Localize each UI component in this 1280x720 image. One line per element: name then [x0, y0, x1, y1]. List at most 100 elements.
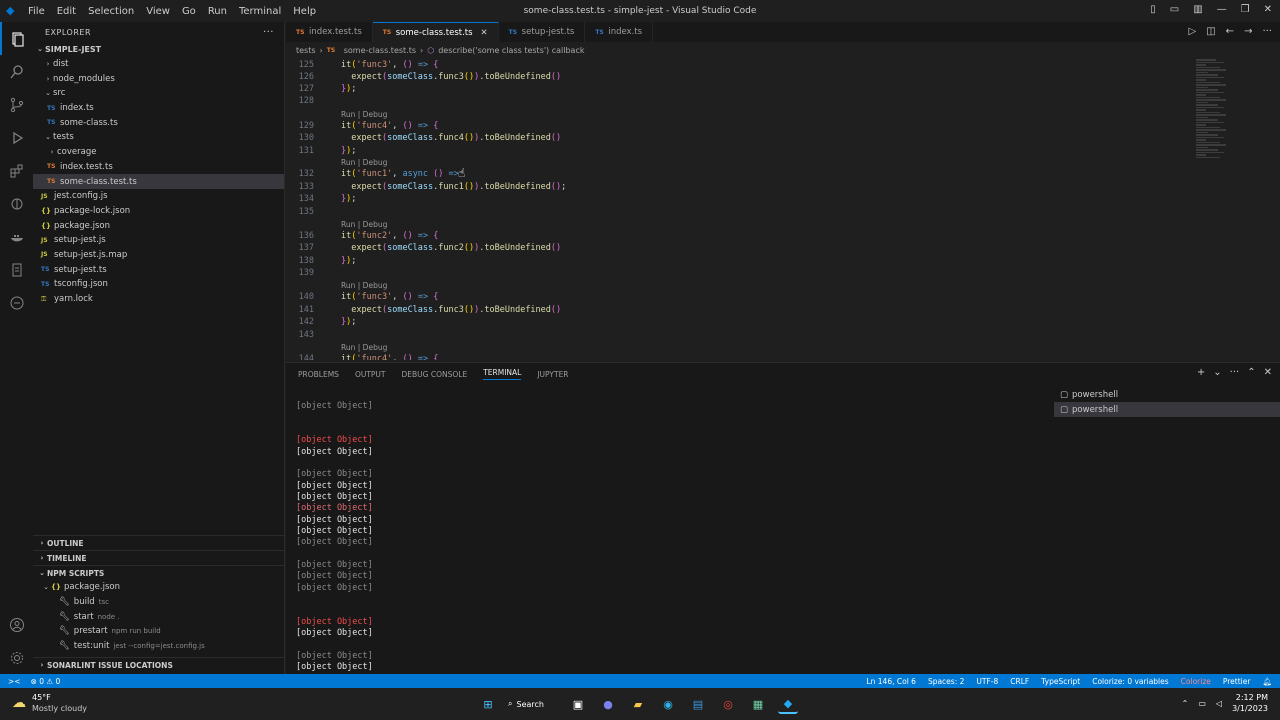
- tree-item-tsconfig[interactable]: TS tsconfig.json: [33, 277, 284, 292]
- teams-chat-icon[interactable]: ●: [598, 694, 618, 714]
- notepad-icon[interactable]: ▦: [748, 694, 768, 714]
- sonarlint-section[interactable]: › SONARLINT ISSUE LOCATIONS: [33, 657, 285, 672]
- menu-terminal[interactable]: Terminal: [233, 6, 287, 17]
- tab-debug-console[interactable]: DEBUG CONSOLE: [402, 370, 468, 379]
- tree-item-dist[interactable]: › dist: [33, 57, 284, 72]
- layout-icon[interactable]: ▥: [1193, 4, 1202, 15]
- terminal-dropdown-icon[interactable]: ⌄: [1213, 367, 1221, 378]
- more-tab-actions-icon[interactable]: ···: [1262, 26, 1272, 37]
- colorize-toggle[interactable]: Colorize: [1181, 677, 1211, 686]
- tab-jupyter[interactable]: JUPYTER: [537, 370, 568, 379]
- testing-icon[interactable]: [0, 253, 33, 286]
- minimap[interactable]: [1196, 58, 1230, 258]
- breadcrumb-folder[interactable]: tests: [296, 46, 316, 55]
- remote-icon[interactable]: ><: [8, 677, 21, 686]
- tree-item-yarn-lock[interactable]: ⚿ yarn.lock: [33, 292, 284, 307]
- weather-widget[interactable]: ☁ 45°F Mostly cloudy: [12, 692, 87, 714]
- volume-icon[interactable]: ◁: [1216, 699, 1222, 708]
- tree-item-some-class-test-ts[interactable]: TS some-class.test.ts: [33, 174, 284, 189]
- tree-item-coverage[interactable]: › coverage: [33, 145, 284, 160]
- more-panel-actions-icon[interactable]: ···: [1230, 367, 1240, 378]
- task-view-icon[interactable]: ▣: [568, 694, 588, 714]
- file-explorer-icon[interactable]: ▰: [628, 694, 648, 714]
- tree-item-some-class-ts[interactable]: TS some-class.ts: [33, 115, 284, 130]
- maximize-panel-icon[interactable]: ⌃: [1247, 367, 1255, 378]
- sonarlint-icon[interactable]: [0, 286, 33, 319]
- vscode-taskbar-icon[interactable]: ◆: [778, 694, 798, 714]
- language-mode[interactable]: TypeScript: [1041, 677, 1080, 686]
- menu-edit[interactable]: Edit: [51, 6, 82, 17]
- account-icon[interactable]: [0, 608, 33, 641]
- tab-problems[interactable]: PROBLEMS: [298, 370, 339, 379]
- run-debug-codelens[interactable]: Run | Debug: [341, 220, 387, 229]
- go-back-icon[interactable]: ←: [1226, 26, 1234, 37]
- timeline-section[interactable]: › TIMELINE: [33, 550, 285, 565]
- split-editor-icon[interactable]: ◫: [1206, 26, 1215, 37]
- tray-overflow-icon[interactable]: ⌃: [1182, 699, 1189, 708]
- tab-setup-jest-ts[interactable]: TS setup-jest.ts: [499, 22, 586, 42]
- edge-browser-icon[interactable]: ◉: [658, 694, 678, 714]
- close-tab-icon[interactable]: ✕: [481, 28, 488, 38]
- project-root[interactable]: ⌄ SIMPLE-JEST: [33, 42, 284, 57]
- tree-item-src[interactable]: ⌄ src: [33, 86, 284, 101]
- chrome-icon[interactable]: ◎: [718, 694, 738, 714]
- terminal-output[interactable]: [object Object] [object Object] [object …: [296, 387, 1046, 675]
- explorer-icon[interactable]: [0, 22, 33, 55]
- npm-script-start[interactable]: 🔧︎ start node .: [33, 609, 285, 624]
- indentation[interactable]: Spaces: 2: [928, 677, 964, 686]
- npm-script-test-unit[interactable]: 🔧︎ test:unit jest --config=jest.config.js: [33, 639, 285, 654]
- tab-index-ts[interactable]: TS index.ts: [585, 22, 654, 42]
- minimize-icon[interactable]: —: [1217, 4, 1227, 15]
- terminal-instance[interactable]: ▢ powershell: [1054, 387, 1280, 402]
- new-terminal-icon[interactable]: +: [1197, 367, 1205, 378]
- tab-some-class-test-ts[interactable]: TS some-class.test.ts ✕: [372, 22, 499, 42]
- network-icon[interactable]: ▭: [1198, 699, 1206, 708]
- npm-script-prestart[interactable]: 🔧︎ prestart npm run build: [33, 624, 285, 639]
- close-panel-icon[interactable]: ✕: [1264, 367, 1272, 378]
- menu-help[interactable]: Help: [287, 6, 322, 17]
- breadcrumb-file[interactable]: some-class.test.ts: [344, 46, 416, 55]
- tree-item-package-lock[interactable]: {} package-lock.json: [33, 204, 284, 219]
- line-ending[interactable]: CRLF: [1010, 677, 1029, 686]
- outline-section[interactable]: › OUTLINE: [33, 535, 285, 550]
- run-debug-codelens[interactable]: Run | Debug: [341, 281, 387, 290]
- maximize-icon[interactable]: ❐: [1241, 4, 1250, 15]
- go-forward-icon[interactable]: →: [1244, 26, 1252, 37]
- cursor-position[interactable]: Ln 146, Col 6: [866, 677, 915, 686]
- close-window-icon[interactable]: ✕: [1264, 4, 1272, 15]
- terminal-instance[interactable]: ▢ powershell: [1054, 402, 1280, 417]
- run-debug-icon[interactable]: [0, 121, 33, 154]
- extensions-icon[interactable]: [0, 154, 33, 187]
- search-icon[interactable]: [0, 55, 33, 88]
- run-debug-codelens[interactable]: Run | Debug: [341, 110, 387, 119]
- tree-item-package-json[interactable]: {} package.json: [33, 218, 284, 233]
- clock[interactable]: 2:12 PM 3/1/2023: [1232, 692, 1268, 714]
- prettier-status[interactable]: Prettier: [1223, 677, 1251, 686]
- tree-item-index-test-ts[interactable]: TS index.test.ts: [33, 160, 284, 175]
- notifications-bell-icon[interactable]: 🔔︎: [1262, 677, 1272, 686]
- source-control-icon[interactable]: [0, 88, 33, 121]
- docker-icon[interactable]: [0, 220, 33, 253]
- problems-count[interactable]: ⊗ 0 ⚠ 0: [31, 677, 61, 686]
- toggle-panel-icon[interactable]: ▭: [1170, 4, 1179, 15]
- npm-package-json[interactable]: ⌄{} package.json: [33, 580, 285, 595]
- tab-output[interactable]: OUTPUT: [355, 370, 386, 379]
- run-debug-codelens[interactable]: Run | Debug: [341, 343, 387, 352]
- toggle-sidebar-icon[interactable]: ▯: [1150, 4, 1156, 15]
- tab-terminal[interactable]: TERMINAL: [483, 368, 522, 380]
- manage-gear-icon[interactable]: [0, 641, 33, 674]
- start-button-icon[interactable]: ⊞: [478, 694, 498, 714]
- menu-file[interactable]: File: [22, 6, 51, 17]
- colorize-variables[interactable]: Colorize: 0 variables: [1092, 677, 1168, 686]
- menu-run[interactable]: Run: [202, 6, 233, 17]
- npm-scripts-section[interactable]: ⌄ NPM SCRIPTS: [33, 565, 285, 580]
- git-graph-icon[interactable]: [0, 187, 33, 220]
- store-icon[interactable]: ▤: [688, 694, 708, 714]
- menu-go[interactable]: Go: [176, 6, 202, 17]
- tree-item-setup-jest-map[interactable]: JS setup-jest.js.map: [33, 248, 284, 263]
- tree-item-setup-jest-ts[interactable]: TS setup-jest.ts: [33, 262, 284, 277]
- more-actions-icon[interactable]: ···: [263, 27, 274, 38]
- code-editor[interactable]: 125 it('func3', () => { 126 expect(someC…: [286, 58, 1280, 360]
- breadcrumb-symbol[interactable]: describe('some class tests') callback: [438, 46, 584, 55]
- tree-item-tests[interactable]: ⌄ tests: [33, 130, 284, 145]
